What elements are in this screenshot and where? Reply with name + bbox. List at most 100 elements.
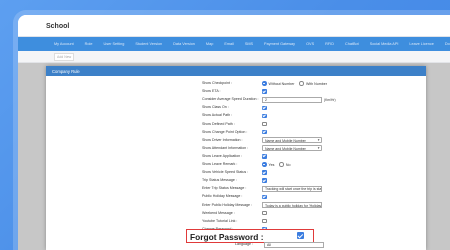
menu-item-ovs[interactable]: OVS — [306, 42, 314, 46]
rule-row: Show Driver Information : Name and Mobile… — [46, 137, 426, 144]
rule-checkbox[interactable] — [262, 170, 267, 175]
rule-row: Enter Public Holiday Message : Today is a… — [46, 202, 426, 209]
app-title: School — [18, 15, 450, 37]
rule-label: Show Defined Path : — [202, 121, 235, 126]
rule-radio[interactable] — [262, 81, 267, 86]
forgot-password-checkbox[interactable] — [297, 232, 304, 240]
menu-item-student-version[interactable]: Student Version — [135, 42, 162, 46]
rule-label: Show Class On : — [202, 105, 229, 110]
company-rule-modal: Company Rule Show Checkpoint : Without Nu… — [46, 66, 426, 250]
rule-label: Show Vehicle Speed Status : — [202, 170, 249, 175]
language-row: Language : All — [202, 241, 402, 249]
rule-select[interactable]: Name and Mobile Number — [262, 137, 322, 144]
radio-option-label: No — [285, 162, 291, 167]
rule-control — [262, 194, 267, 200]
menu-item-user-setting[interactable]: User Setting — [103, 42, 124, 46]
rule-checkbox[interactable] — [262, 210, 267, 216]
rule-checkbox[interactable] — [262, 113, 267, 119]
rule-control — [262, 89, 267, 95]
modal-title: Company Rule — [46, 66, 426, 76]
rule-control: Tracking will start once the trip is sta — [262, 185, 322, 192]
rule-row: Show Leave Remark : Yes No — [46, 161, 426, 168]
radio-option-label: Without Number — [268, 81, 295, 86]
menu-item-data-version[interactable]: Data Version — [173, 42, 195, 46]
rule-text-input[interactable]: Tracking will start once the trip is sta — [262, 185, 322, 192]
rule-control: Name and Mobile Number — [262, 145, 322, 152]
rule-label: Show ETA : — [202, 89, 221, 94]
rule-row: Show Class On : — [46, 104, 426, 111]
rule-radio[interactable] — [299, 81, 304, 86]
rule-checkbox[interactable] — [262, 194, 267, 200]
rule-text-input[interactable]: 2 — [262, 96, 322, 103]
rule-row: Show Actual Path : — [46, 112, 426, 119]
rule-control — [262, 170, 267, 176]
menu-item-email[interactable]: Email — [224, 42, 234, 46]
rule-row: Consider Average Speed Duration :2 (Km/Hr… — [46, 96, 426, 103]
rule-control — [262, 153, 267, 159]
rule-label: Weekend Message : — [202, 210, 235, 215]
toolbar: Add New — [18, 51, 450, 63]
rule-label: Enter Public Holiday Message : — [202, 202, 252, 207]
rule-select[interactable]: Name and Mobile Number — [262, 145, 322, 152]
rule-label: Public Holiday Message : — [202, 194, 243, 199]
menu-item-leave-licence[interactable]: Leave Licence — [409, 42, 434, 46]
rule-radio[interactable] — [262, 162, 267, 167]
menu-item-chatbot[interactable]: ChatBot — [345, 42, 359, 46]
rule-label: Youtube Tutorial Link : — [202, 218, 238, 223]
rule-control — [262, 178, 267, 184]
menu-item-my-account[interactable]: My Account — [54, 42, 74, 46]
rule-row: Show Attendant Information : Name and Mob… — [46, 145, 426, 152]
rule-row: Show Change Point Option : — [46, 129, 426, 136]
rule-radio[interactable] — [279, 162, 284, 167]
rule-label: Show Attendant Information : — [202, 145, 249, 150]
rule-label: Show Driver Information : — [202, 137, 243, 142]
menu-item-payment-gateway[interactable]: Payment Gateway — [264, 42, 295, 46]
rule-label: Enter Trip Status Message : — [202, 186, 247, 191]
rule-row: Weekend Message : — [46, 210, 426, 217]
menu-item-role[interactable]: Role — [85, 42, 93, 46]
rule-row: Show ETA : — [46, 88, 426, 95]
language-select[interactable]: All — [264, 241, 324, 248]
menu-item-sms[interactable]: SMS — [245, 42, 253, 46]
menu-item-rfid[interactable]: RFID — [325, 42, 334, 46]
rule-control: Without Number With Number — [262, 81, 332, 87]
rule-row: Enter Trip Status Message : Tracking will… — [46, 185, 426, 192]
menu-item-map[interactable]: Map — [206, 42, 213, 46]
rule-row: Youtube Tutorial Link : — [46, 218, 426, 225]
rule-checkbox[interactable] — [262, 129, 267, 135]
rule-checkbox[interactable] — [262, 89, 267, 94]
menu-item-document[interactable]: Document — [445, 42, 450, 46]
rule-label: Show Leave Application : — [202, 153, 243, 158]
rule-row: Show Checkpoint : Without Number With Numb… — [46, 80, 426, 87]
main-menu: My Account Role User Setting Student Versio… — [18, 37, 450, 51]
rule-label: Trip Status Message : — [202, 178, 237, 183]
rule-control — [262, 113, 267, 119]
rule-row: Show Vehicle Speed Status : — [46, 169, 426, 176]
rule-control — [262, 105, 267, 111]
rule-unit: (Km/Hr) — [324, 97, 336, 102]
rule-control: Yes No — [262, 162, 295, 168]
language-label: Language : — [235, 242, 253, 246]
rule-control: 2 (Km/Hr) — [262, 96, 336, 103]
rule-text-input[interactable]: Today is a public holiday for 'Holiday — [262, 202, 322, 208]
rule-label: Show Change Point Option : — [202, 129, 248, 134]
radio-option-label: Yes — [268, 162, 275, 167]
rule-row: Public Holiday Message : — [46, 193, 426, 200]
rule-row: Show Leave Application : — [46, 153, 426, 160]
menu-item-social-media-api[interactable]: Social Media API — [370, 42, 399, 46]
rule-control: Name and Mobile Number — [262, 137, 322, 144]
rule-checkbox[interactable] — [262, 178, 267, 183]
rule-control — [262, 210, 267, 216]
radio-option-label: With Number — [305, 81, 327, 86]
add-new-button[interactable]: Add New — [54, 52, 75, 61]
rule-label: Show Checkpoint : — [202, 81, 232, 85]
rule-control — [262, 218, 267, 224]
rule-row: Show Defined Path : — [46, 121, 426, 128]
rule-label: Show Actual Path : — [202, 113, 233, 118]
rule-checkbox[interactable] — [262, 121, 267, 127]
rule-label: Show Leave Remark : — [202, 162, 238, 166]
rule-checkbox[interactable] — [262, 154, 267, 159]
rule-checkbox[interactable] — [262, 218, 267, 224]
rule-control — [262, 129, 267, 135]
rule-checkbox[interactable] — [262, 105, 267, 111]
